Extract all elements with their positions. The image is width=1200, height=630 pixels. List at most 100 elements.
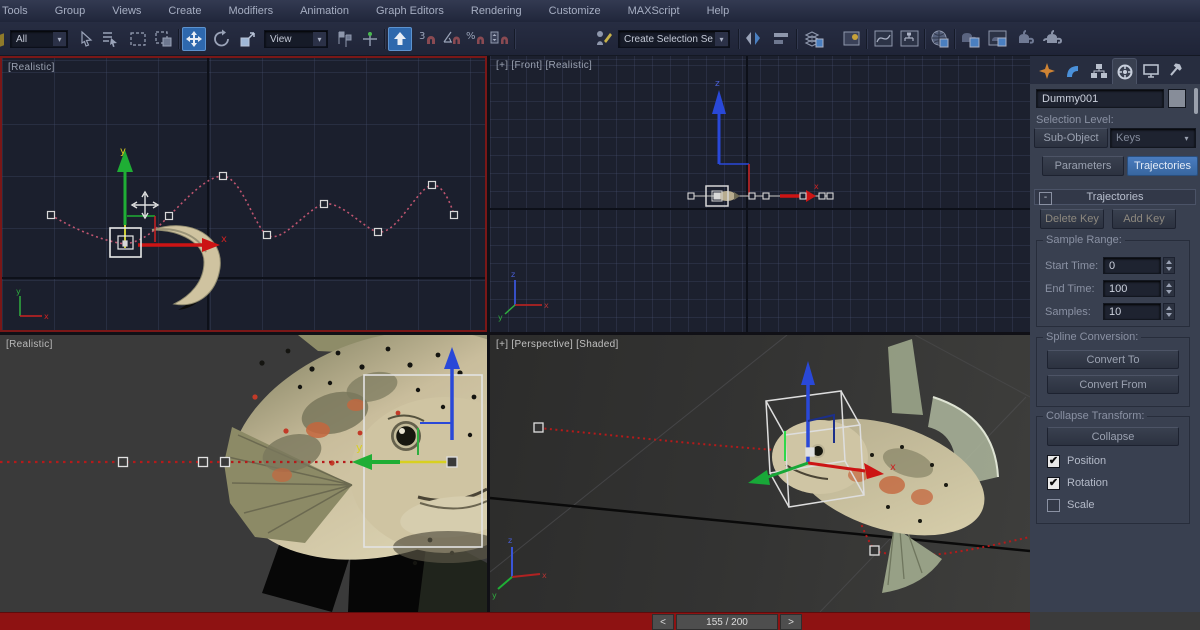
- use-pivot-center-icon[interactable]: [332, 27, 356, 51]
- svg-text:y: y: [492, 591, 497, 600]
- tab-hierarchy[interactable]: [1086, 58, 1111, 84]
- menu-views[interactable]: Views: [112, 5, 141, 17]
- menu-customize[interactable]: Customize: [549, 5, 601, 17]
- next-frame-button[interactable]: >: [780, 614, 802, 630]
- viewport-top[interactable]: [Realistic]: [0, 56, 487, 332]
- start-time-label: Start Time:: [1045, 260, 1098, 272]
- track-bar-autokey[interactable]: < 155 / 200 >: [0, 612, 1030, 630]
- viewport-perspective[interactable]: [+] [Perspective] [Shaded]: [490, 335, 1030, 612]
- selection-filter-dropdown[interactable]: All ▾: [10, 30, 68, 48]
- menu-rendering[interactable]: Rendering: [471, 5, 522, 17]
- trajectory-path[interactable]: [51, 176, 454, 244]
- select-and-move-icon[interactable]: [182, 27, 206, 51]
- tab-create[interactable]: [1034, 58, 1059, 84]
- viewport-left[interactable]: [Realistic]: [0, 335, 487, 612]
- object-color-swatch[interactable]: [1168, 89, 1186, 108]
- convert-to-button[interactable]: Convert To: [1047, 350, 1179, 369]
- fish-front-view[interactable]: [718, 191, 740, 201]
- viewport-left-label[interactable]: [Realistic]: [6, 339, 53, 350]
- percent-snap-icon[interactable]: %: [464, 27, 488, 51]
- fish-top-view[interactable]: [152, 226, 220, 310]
- delete-key-button[interactable]: Delete Key: [1040, 209, 1104, 229]
- scene-explorer-icon[interactable]: [840, 27, 864, 51]
- chevron-down-icon[interactable]: ▾: [715, 32, 728, 46]
- reference-coordinate-dropdown[interactable]: View ▾: [264, 30, 328, 48]
- chevron-down-icon[interactable]: ▾: [313, 32, 326, 46]
- select-and-manipulate-icon[interactable]: [358, 27, 382, 51]
- parameters-tab-button[interactable]: Parameters: [1042, 156, 1124, 176]
- panel-scrollbar[interactable]: [1194, 88, 1198, 114]
- rendered-frame-window-icon[interactable]: [986, 27, 1010, 51]
- collapse-rollout-icon[interactable]: -: [1039, 192, 1052, 205]
- rotation-checkbox[interactable]: ✔: [1047, 477, 1060, 490]
- frame-display[interactable]: 155 / 200: [676, 614, 778, 630]
- samples-spinner[interactable]: [1163, 303, 1175, 320]
- menu-maxscript[interactable]: MAXScript: [628, 5, 680, 17]
- render-production-icon[interactable]: [1014, 27, 1038, 51]
- tab-utilities[interactable]: [1164, 58, 1189, 84]
- select-and-scale-icon[interactable]: [236, 27, 260, 51]
- mirror-icon[interactable]: [742, 27, 766, 51]
- end-time-field[interactable]: 100: [1103, 280, 1161, 297]
- chevron-down-icon[interactable]: ▾: [1180, 134, 1193, 143]
- menu-create[interactable]: Create: [168, 5, 201, 17]
- position-checkbox[interactable]: ✔: [1047, 455, 1060, 468]
- tab-display[interactable]: [1138, 58, 1163, 84]
- render-setup-icon[interactable]: [958, 27, 982, 51]
- viewport-area: [Realistic]: [0, 56, 1030, 612]
- menu-help[interactable]: Help: [707, 5, 730, 17]
- spinner-snap-icon[interactable]: [488, 27, 512, 51]
- select-and-rotate-icon[interactable]: [210, 27, 234, 51]
- chevron-down-icon[interactable]: ▾: [53, 32, 66, 46]
- main-toolbar: All ▾ View ▾: [0, 22, 1200, 56]
- keyboard-override-icon[interactable]: [388, 27, 412, 51]
- end-time-spinner[interactable]: [1163, 280, 1175, 297]
- sub-object-mode-dropdown[interactable]: Keys ▾: [1110, 128, 1196, 148]
- menu-tools[interactable]: Tools: [2, 5, 28, 17]
- axis-x-label: x: [890, 462, 896, 473]
- viewport-perspective-label[interactable]: [+] [Perspective] [Shaded]: [496, 339, 619, 350]
- keyboard-shortcut-override-icon[interactable]: [592, 27, 616, 51]
- svg-text:z: z: [508, 536, 512, 545]
- align-icon[interactable]: [770, 27, 794, 51]
- menu-modifiers[interactable]: Modifiers: [228, 5, 273, 17]
- viewport-front-label[interactable]: [+] [Front] [Realistic]: [496, 60, 592, 71]
- command-panel: Dummy001 Selection Level: Sub-Object Key…: [1030, 56, 1200, 630]
- object-name-field[interactable]: Dummy001: [1036, 89, 1164, 108]
- tab-modify[interactable]: [1060, 58, 1085, 84]
- rectangular-selection-icon[interactable]: [126, 27, 150, 51]
- move-gizmo[interactable]: z x: [712, 79, 819, 202]
- fish-model[interactable]: [200, 335, 487, 612]
- schematic-view-icon[interactable]: [898, 27, 922, 51]
- tab-motion[interactable]: [1112, 58, 1137, 84]
- previous-frame-button[interactable]: <: [652, 614, 674, 630]
- material-editor-icon[interactable]: [928, 27, 952, 51]
- menu-bar: Tools Group Views Create Modifiers Anima…: [0, 0, 1200, 22]
- menu-group[interactable]: Group: [55, 5, 86, 17]
- collapse-button[interactable]: Collapse: [1047, 427, 1179, 446]
- start-time-field[interactable]: 0: [1103, 257, 1161, 274]
- menu-graph-editors[interactable]: Graph Editors: [376, 5, 444, 17]
- select-object-icon[interactable]: [74, 27, 98, 51]
- curve-editor-icon[interactable]: [872, 27, 896, 51]
- angle-snap-icon[interactable]: [440, 27, 464, 51]
- viewport-front[interactable]: [+] [Front] [Realistic] z x: [490, 56, 1030, 332]
- menu-animation[interactable]: Animation: [300, 5, 349, 17]
- named-selection-sets-dropdown[interactable]: Create Selection Se ▾: [618, 30, 730, 48]
- scale-checkbox[interactable]: [1047, 499, 1060, 512]
- snap-toggle-3d-icon[interactable]: 3: [416, 27, 440, 51]
- samples-field[interactable]: 10: [1103, 303, 1161, 320]
- trajectory-keys[interactable]: [48, 173, 458, 247]
- add-key-button[interactable]: Add Key: [1112, 209, 1176, 229]
- render-teapot-icon[interactable]: [1042, 27, 1066, 51]
- trajectories-rollout-header[interactable]: - Trajectories: [1034, 189, 1196, 205]
- viewport-top-label[interactable]: [Realistic]: [8, 62, 55, 73]
- trajectories-tab-button[interactable]: Trajectories: [1127, 156, 1198, 176]
- layer-manager-icon[interactable]: [802, 27, 826, 51]
- convert-from-button[interactable]: Convert From: [1047, 375, 1179, 394]
- select-by-name-icon[interactable]: [98, 27, 122, 51]
- sub-object-button[interactable]: Sub-Object: [1034, 128, 1108, 148]
- window-crossing-icon[interactable]: [152, 27, 176, 51]
- start-time-spinner[interactable]: [1163, 257, 1175, 274]
- position-label: Position: [1067, 455, 1106, 467]
